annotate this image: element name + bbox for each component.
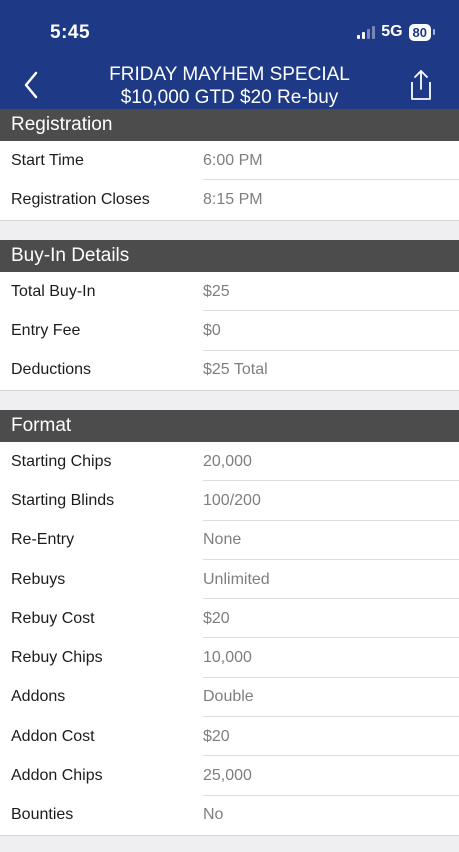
detail-row: Bounties No	[0, 796, 459, 835]
row-value: $20	[203, 727, 230, 745]
row-value: $20	[203, 609, 230, 627]
row-value: 6:00 PM	[203, 151, 263, 169]
row-value: 10,000	[203, 649, 252, 667]
row-label: Rebuy Cost	[11, 609, 95, 627]
section-header: Registration	[0, 109, 459, 141]
row-label: Total Buy-In	[11, 282, 96, 300]
detail-row: Starting Blinds 100/200	[0, 481, 459, 521]
detail-row: Addon Chips 25,000	[0, 756, 459, 796]
title-line-1: FRIDAY MAYHEM SPECIAL	[109, 64, 350, 85]
row-label: Addon Chips	[11, 767, 103, 785]
page-title: FRIDAY MAYHEM SPECIAL $10,000 GTD $20 Re…	[70, 63, 389, 109]
row-label: Starting Blinds	[11, 491, 115, 509]
row-label: Entry Fee	[11, 321, 81, 339]
row-value: No	[203, 806, 224, 824]
registration-section: Registration Start Time 6:00 PM Registra…	[0, 109, 459, 221]
detail-row: Start Time 6:00 PM	[0, 141, 459, 181]
row-value: None	[203, 531, 242, 549]
format-section: Format Starting Chips 20,000 Starting Bl…	[0, 410, 459, 836]
title-line-2: $10,000 GTD $20 Re-buy	[120, 87, 339, 108]
row-label: Bounties	[11, 806, 74, 824]
detail-row: Addons Double	[0, 678, 459, 718]
detail-row: Rebuys Unlimited	[0, 560, 459, 600]
row-label: Rebuy Chips	[11, 649, 103, 667]
detail-row: Deductions $25 Total	[0, 351, 459, 390]
network-type: 5G	[381, 23, 403, 40]
row-label: Rebuys	[11, 570, 66, 588]
row-label: Addon Cost	[11, 727, 95, 745]
row-label: Deductions	[11, 361, 92, 379]
row-value: Double	[203, 688, 254, 706]
detail-row: Starting Chips 20,000	[0, 442, 459, 482]
detail-row: Entry Fee $0	[0, 311, 459, 351]
status-indicators: 5G 80	[357, 23, 436, 41]
section-header: Format	[0, 410, 459, 442]
row-label: Starting Chips	[11, 452, 112, 470]
buyin-section: Buy-In Details Total Buy-In $25 Entry Fe…	[0, 240, 459, 391]
back-button[interactable]	[16, 67, 46, 103]
signal-icon	[357, 25, 376, 39]
row-value: 100/200	[203, 491, 261, 509]
share-icon	[411, 70, 431, 100]
row-value: $0	[203, 321, 221, 339]
chevron-left-icon	[24, 71, 38, 99]
row-value: $25 Total	[203, 361, 268, 379]
row-value: 8:15 PM	[203, 190, 263, 208]
detail-row: Rebuy Cost $20	[0, 599, 459, 639]
status-time: 5:45	[50, 22, 91, 43]
row-label: Registration Closes	[11, 190, 150, 208]
row-label: Re-Entry	[11, 531, 75, 549]
section-header: Buy-In Details	[0, 240, 459, 272]
row-label: Addons	[11, 688, 66, 706]
row-value: 25,000	[203, 767, 252, 785]
row-value: 20,000	[203, 452, 252, 470]
detail-row: Re-Entry None	[0, 521, 459, 560]
detail-row: Rebuy Chips 10,000	[0, 638, 459, 678]
row-label: Start Time	[11, 151, 84, 169]
detail-row: Registration Closes 8:15 PM	[0, 180, 459, 219]
battery-icon: 80	[408, 23, 436, 41]
nav-header: 5:45 5G 80 FRIDAY MAYHEM SPECIAL $10,000…	[0, 0, 459, 110]
detail-row: Total Buy-In $25	[0, 272, 459, 312]
detail-row: Addon Cost $20	[0, 717, 459, 757]
row-value: $25	[203, 282, 230, 300]
row-value: Unlimited	[203, 570, 270, 588]
share-button[interactable]	[405, 68, 437, 102]
